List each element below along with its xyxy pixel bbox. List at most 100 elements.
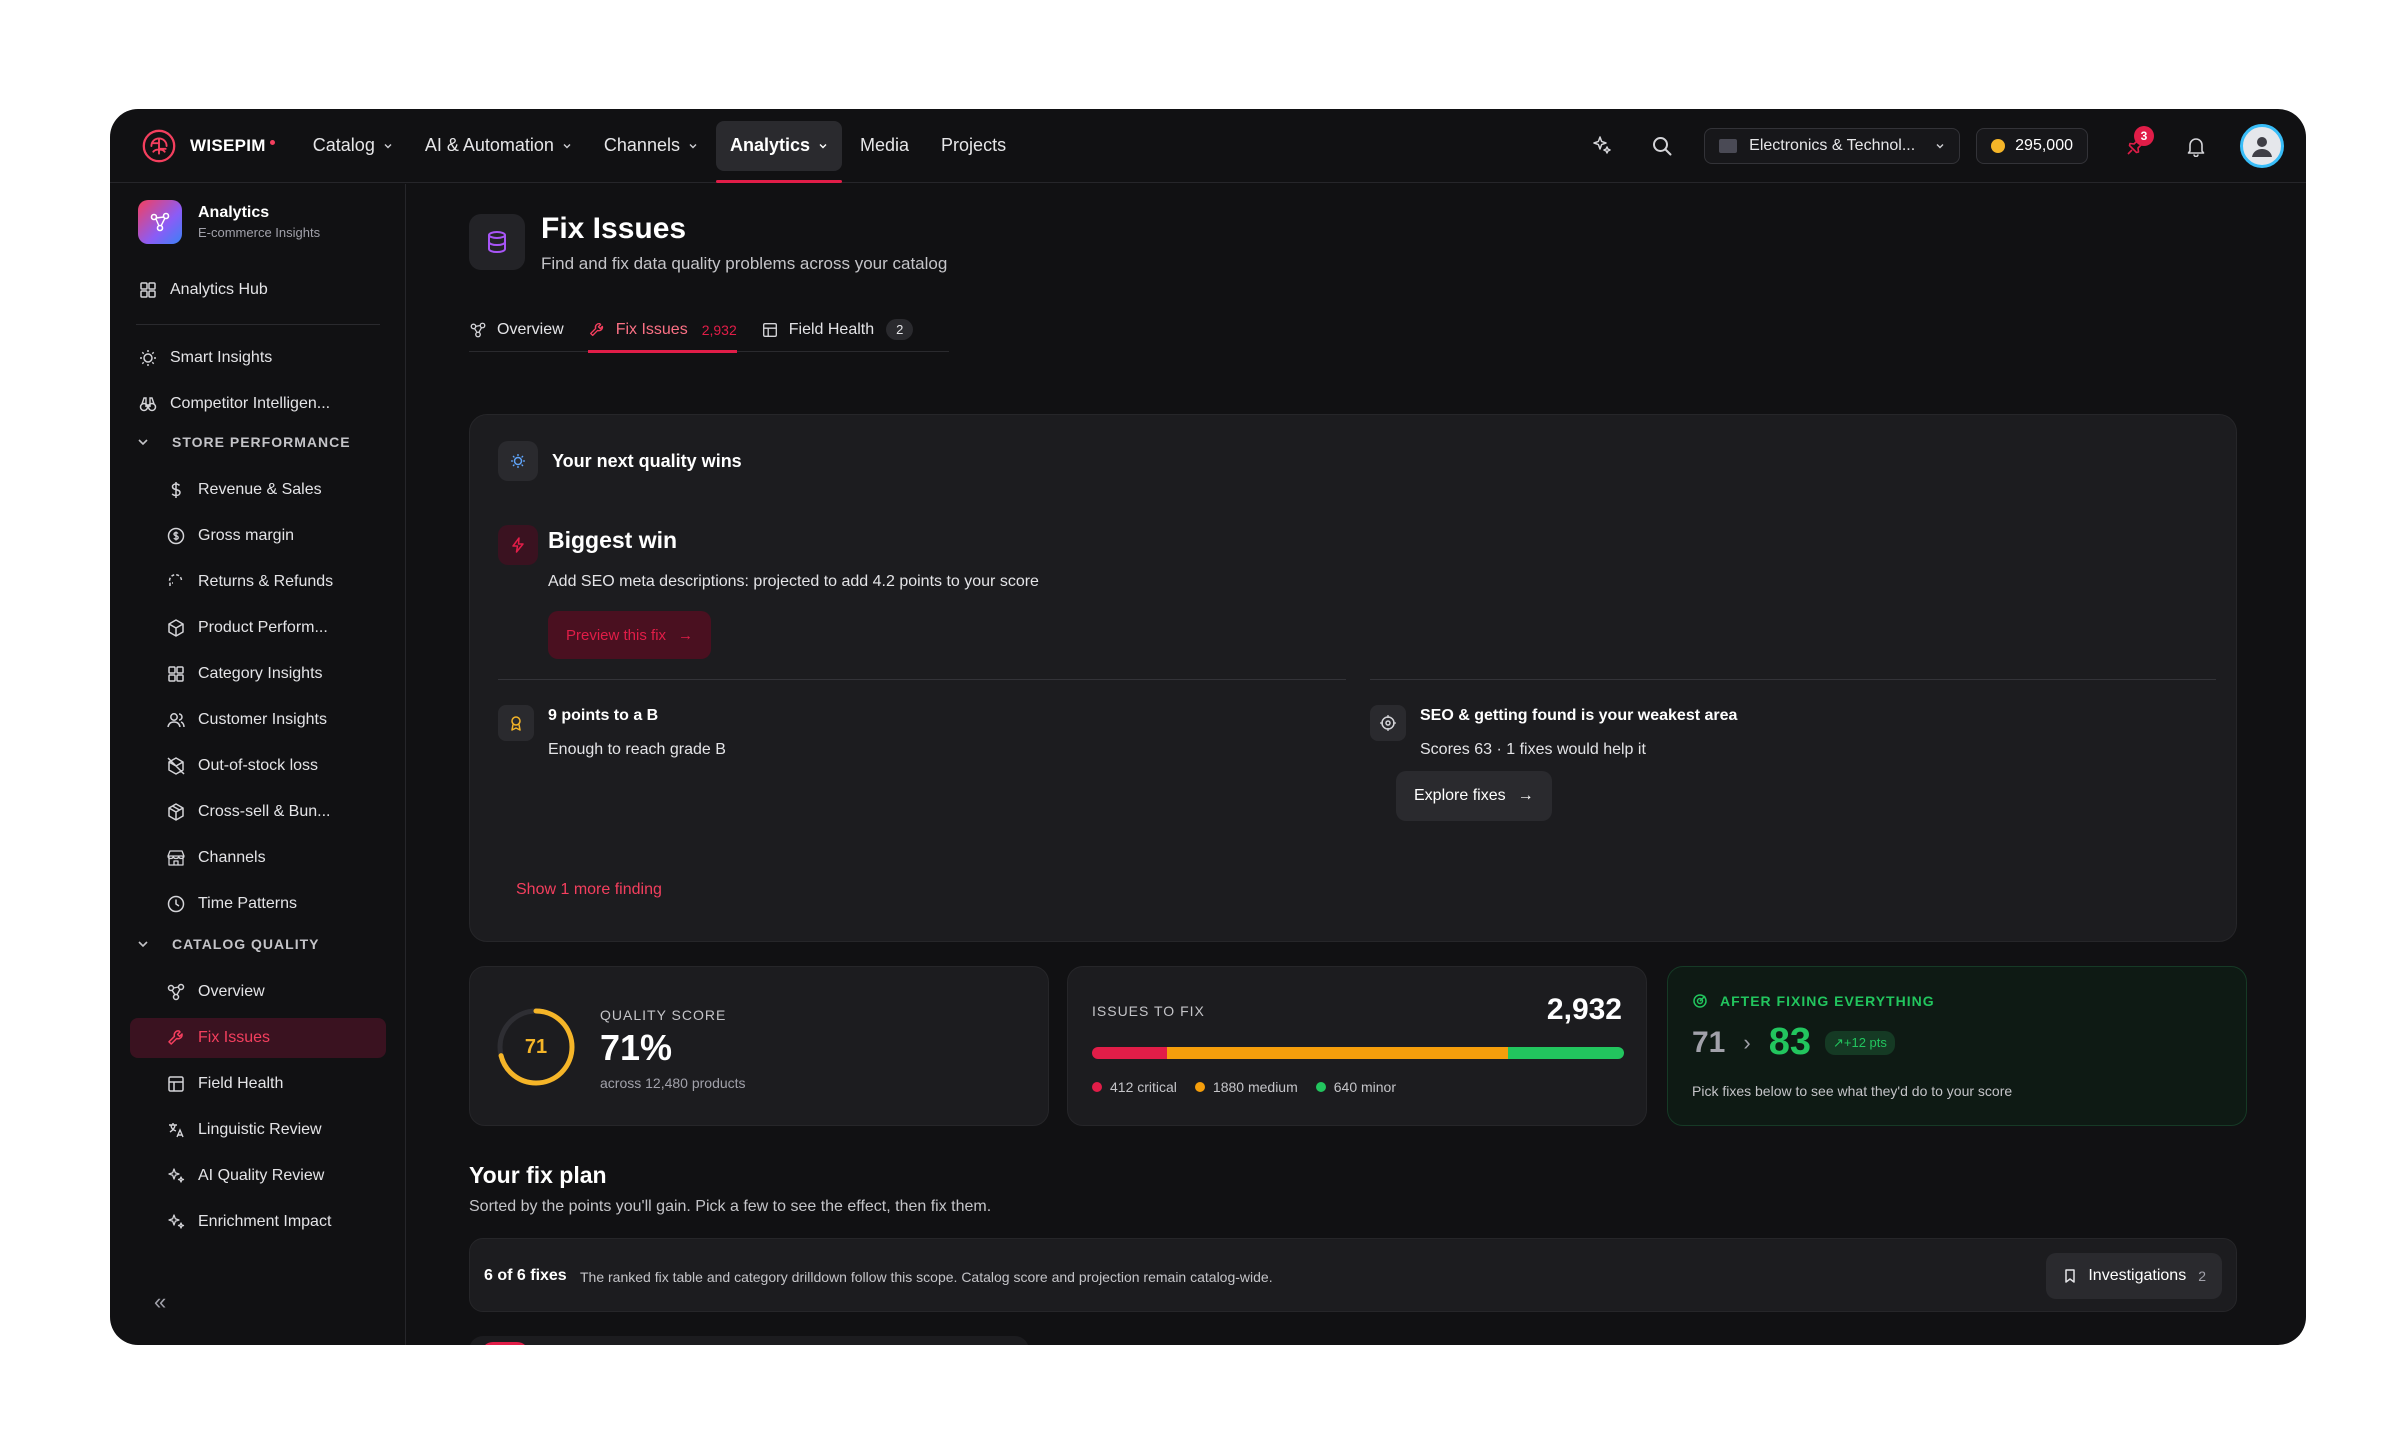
target-icon bbox=[1693, 994, 1707, 1008]
nav-label: Analytics bbox=[729, 135, 811, 155]
legend-dot bbox=[1194, 1082, 1205, 1092]
org-select[interactable]: Electronics & Technol... bbox=[1704, 128, 1961, 164]
bar-segment-minor bbox=[1507, 1047, 1624, 1059]
nav-channels[interactable]: Channels bbox=[590, 121, 712, 171]
share-icon bbox=[470, 322, 486, 337]
package-off-icon bbox=[167, 757, 185, 775]
pin-alerts-button[interactable]: 3 bbox=[2116, 126, 2156, 166]
tab-field-health[interactable]: Field Health 2 bbox=[761, 308, 914, 352]
chevron-down-icon bbox=[563, 143, 571, 148]
tabs: Overview Fix Issues 2,932 Field Health 2 bbox=[469, 308, 949, 353]
sidebar-item-linguistic-review[interactable]: Linguistic Review bbox=[130, 1110, 386, 1150]
sidebar-item-overview[interactable]: Overview bbox=[130, 972, 386, 1012]
sidebar-item-competitor-intelligence[interactable]: Competitor Intelligen... bbox=[130, 384, 386, 424]
sidebar-item-label: Field Health bbox=[198, 1075, 284, 1092]
nav-label: Catalog bbox=[312, 135, 375, 155]
sidebar-item-label: Time Patterns bbox=[198, 895, 297, 912]
nav-label: AI & Automation bbox=[424, 135, 554, 155]
scope-count: 6 of 6 fixes bbox=[484, 1267, 567, 1284]
divider bbox=[498, 679, 1346, 680]
after-fixing-text: AFTER FIXING EVERYTHING bbox=[1720, 993, 1935, 1009]
fix-plan-title: Your fix plan bbox=[469, 1162, 607, 1188]
sidebar-item-cross-sell-bundles[interactable]: Cross-sell & Bun... bbox=[130, 792, 386, 832]
arrow-right-icon: → bbox=[678, 626, 694, 644]
sparkles-icon bbox=[168, 1214, 185, 1229]
quality-score-label: QUALITY SCORE bbox=[600, 1007, 727, 1023]
sidebar-item-customer-insights[interactable]: Customer Insights bbox=[130, 700, 386, 740]
sidebar-item-time-patterns[interactable]: Time Patterns bbox=[130, 884, 386, 924]
search-button[interactable] bbox=[1642, 126, 1682, 166]
investigations-count: 2 bbox=[2198, 1268, 2206, 1284]
sidebar-item-label: Returns & Refunds bbox=[198, 573, 334, 590]
investigations-button[interactable]: Investigations 2 bbox=[2046, 1253, 2222, 1299]
sidebar-item-out-of-stock-loss[interactable]: Out-of-stock loss bbox=[130, 746, 386, 786]
legend-critical: 412 critical bbox=[1092, 1079, 1177, 1095]
sidebar-item-field-health[interactable]: Field Health bbox=[130, 1064, 386, 1104]
filter-chip[interactable] bbox=[481, 1342, 529, 1345]
table-icon bbox=[168, 1076, 184, 1092]
notifications-button[interactable] bbox=[2176, 126, 2216, 166]
bell-icon bbox=[2187, 138, 2205, 157]
grid-icon bbox=[168, 666, 184, 682]
tab-fix-issues[interactable]: Fix Issues 2,932 bbox=[587, 308, 737, 353]
sidebar-item-fix-issues[interactable]: Fix Issues bbox=[130, 1018, 386, 1058]
legend-dot bbox=[1092, 1082, 1102, 1092]
sidebar-item-label: Competitor Intelligen... bbox=[170, 395, 331, 412]
after-fixing-sub: Pick fixes below to see what they'd do t… bbox=[1692, 1083, 2013, 1099]
brand-dot bbox=[269, 140, 275, 145]
nav-analytics[interactable]: Analytics bbox=[715, 120, 843, 183]
sidebar-item-gross-margin[interactable]: Gross margin bbox=[130, 516, 386, 556]
share-icon bbox=[167, 983, 185, 1001]
bookmark-icon bbox=[2065, 1269, 2076, 1283]
preview-fix-button[interactable]: Preview this fix → bbox=[548, 611, 712, 659]
sidebar: Analytics E-commerce Insights Analytics … bbox=[110, 184, 406, 1345]
sidebar-item-product-performance[interactable]: Product Perform... bbox=[130, 608, 386, 648]
sidebar-item-label: Smart Insights bbox=[170, 349, 273, 366]
sidebar-item-analytics-hub[interactable]: Analytics Hub bbox=[130, 270, 386, 310]
section-catalog-quality[interactable]: CATALOG QUALITY bbox=[130, 936, 319, 952]
tab-overview[interactable]: Overview bbox=[469, 308, 564, 352]
sidebar-title: Analytics E-commerce Insights bbox=[198, 204, 320, 240]
page-header: Fix Issues Find and fix data quality pro… bbox=[469, 212, 947, 274]
legend-medium: 1880 medium bbox=[1194, 1079, 1298, 1095]
fix-plan-subtitle: Sorted by the points you'll gain. Pick a… bbox=[469, 1198, 992, 1215]
quality-wins-header: Your next quality wins bbox=[498, 441, 742, 481]
chevron-down-icon bbox=[689, 143, 697, 148]
page-title: Fix Issues bbox=[541, 212, 687, 245]
bar-segment-critical bbox=[1092, 1047, 1167, 1059]
sidebar-item-channels[interactable]: Channels bbox=[130, 838, 386, 878]
quality-score-card: 71 QUALITY SCORE 71% across 12,480 produ… bbox=[469, 966, 1049, 1126]
explore-fixes-button[interactable]: Explore fixes → bbox=[1396, 771, 1552, 821]
nav-projects[interactable]: Projects bbox=[927, 121, 1020, 171]
sidebar-item-revenue-sales[interactable]: Revenue & Sales bbox=[130, 470, 386, 510]
sidebar-item-ai-quality-review[interactable]: AI Quality Review bbox=[130, 1156, 386, 1196]
nav-ai-automation[interactable]: AI & Automation bbox=[411, 121, 586, 171]
user-avatar[interactable] bbox=[2240, 124, 2284, 168]
sidebar-divider bbox=[136, 324, 380, 325]
ai-sparkle-button[interactable] bbox=[1582, 126, 1622, 166]
current-score: 71 bbox=[1692, 1025, 1726, 1059]
credits-balance[interactable]: 295,000 bbox=[1976, 128, 2088, 164]
clock-icon bbox=[167, 895, 185, 913]
chevron-down-icon bbox=[384, 143, 392, 148]
scope-text: The ranked fix table and category drilld… bbox=[580, 1269, 1273, 1285]
sidebar-item-label: Linguistic Review bbox=[198, 1121, 322, 1138]
collapse-sidebar-button[interactable]: « bbox=[154, 1289, 166, 1315]
sidebar-item-label: Fix Issues bbox=[198, 1029, 271, 1046]
sidebar-item-category-insights[interactable]: Category Insights bbox=[130, 654, 386, 694]
show-more-link[interactable]: Show 1 more finding bbox=[516, 881, 662, 899]
nav-catalog[interactable]: Catalog bbox=[299, 121, 407, 171]
legend-label: 412 critical bbox=[1110, 1079, 1177, 1095]
brand[interactable]: WISEPIM bbox=[140, 127, 275, 165]
sidebar-item-returns-refunds[interactable]: Returns & Refunds bbox=[130, 562, 386, 602]
grade-finding-desc: Enough to reach grade B bbox=[548, 741, 726, 758]
biggest-win-title: Biggest win bbox=[548, 527, 678, 553]
investigations-label: Investigations bbox=[2088, 1267, 2187, 1284]
sidebar-item-smart-insights[interactable]: Smart Insights bbox=[130, 338, 386, 378]
sidebar-item-label: Out-of-stock loss bbox=[198, 757, 319, 774]
nav-media[interactable]: Media bbox=[846, 121, 923, 171]
sidebar-item-enrichment-impact[interactable]: Enrichment Impact bbox=[130, 1202, 386, 1242]
database-icon bbox=[469, 214, 525, 270]
sidebar-item-label: Cross-sell & Bun... bbox=[198, 803, 331, 820]
section-store-performance[interactable]: STORE PERFORMANCE bbox=[130, 434, 351, 450]
